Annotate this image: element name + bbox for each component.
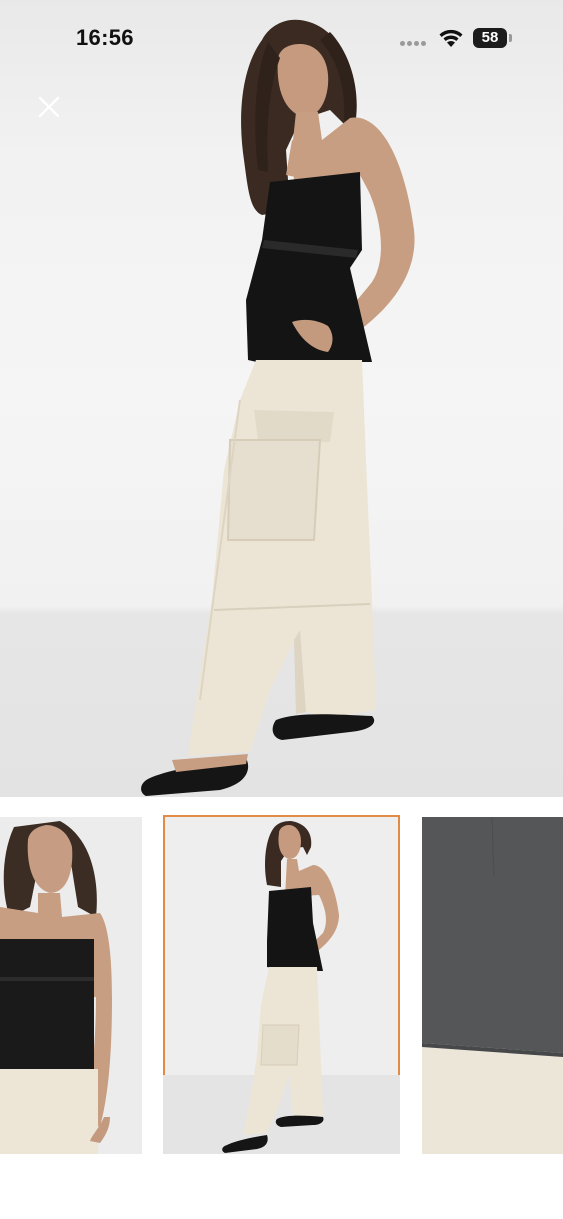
thumbnail-image-closeup [0,821,112,1154]
thumbnail-2-selected[interactable] [163,815,400,1154]
model-photo [141,19,415,796]
status-bar: 16:56 58 [0,0,563,76]
thumbnail-3[interactable] [422,817,563,1154]
battery-icon: 58 [473,28,507,48]
close-button[interactable] [33,91,65,123]
battery-level: 58 [481,29,499,46]
thumbnail-strip [0,815,563,1157]
wifi-icon [439,29,463,47]
main-product-image[interactable] [0,0,563,797]
thumbnail-image-fabric-detail [422,817,563,1154]
close-icon [38,96,60,118]
battery-cap [509,34,512,42]
status-time: 16:56 [76,25,134,50]
thumbnail-image-full-length [163,821,400,1154]
thumbnail-1[interactable] [0,817,142,1154]
signal-dots-icon [400,41,430,47]
